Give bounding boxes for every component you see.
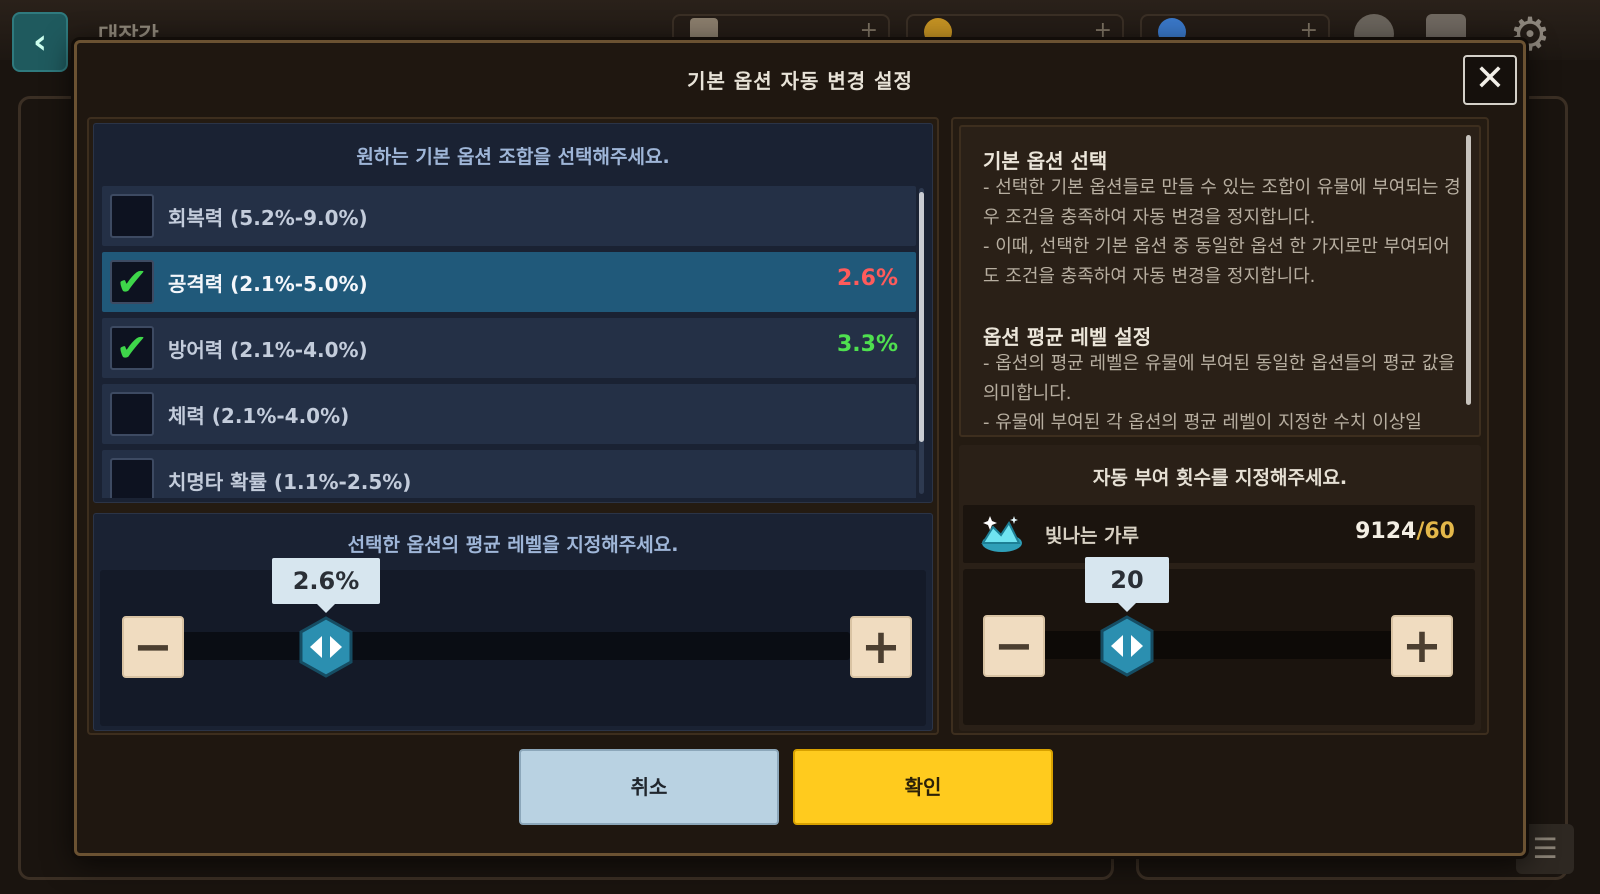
- level-slider-handle[interactable]: [298, 616, 354, 678]
- auto-count-box: 자동 부여 횟수를 지정해주세요. 빛나는 가루 9124/60 − + 20: [959, 445, 1481, 731]
- level-value-tooltip: 2.6%: [272, 558, 380, 613]
- auto-count-header: 자동 부여 횟수를 지정해주세요.: [1092, 467, 1348, 489]
- info-section-text: - 선택한 기본 옵션들로 만들 수 있는 조합이 유물에 부여되는 경우 조건…: [983, 177, 1461, 287]
- material-owned: 9124: [1355, 519, 1417, 544]
- option-checkbox[interactable]: ✔: [110, 260, 154, 304]
- count-slider-handle[interactable]: [1099, 615, 1155, 677]
- material-row: 빛나는 가루 9124/60: [963, 505, 1475, 563]
- count-value-tooltip: 20: [1085, 557, 1169, 612]
- options-panel: 원하는 기본 옵션 조합을 선택해주세요. 회복력 (5.2%-9.0%) ✔ …: [87, 117, 939, 735]
- material-name: 빛나는 가루: [1045, 525, 1140, 547]
- option-select-header: 원하는 기본 옵션 조합을 선택해주세요.: [356, 146, 670, 168]
- average-level-box: 선택한 옵션의 평균 레벨을 지정해주세요. − + 2.6%: [93, 513, 933, 731]
- option-checkbox[interactable]: ✔: [110, 326, 154, 370]
- info-description-box[interactable]: 기본 옵션 선택 - 선택한 기본 옵션들로 만들 수 있는 조합이 유물에 부…: [959, 125, 1481, 437]
- checkmark-icon: ✔: [116, 260, 148, 304]
- count-slider-track[interactable]: [1043, 631, 1403, 659]
- info-and-count-panel: 기본 옵션 선택 - 선택한 기본 옵션들로 만들 수 있는 조합이 유물에 부…: [951, 117, 1489, 735]
- option-row-recovery[interactable]: 회복력 (5.2%-9.0%): [102, 186, 916, 246]
- option-current-value: 2.6%: [836, 266, 898, 291]
- option-list-scrollbar[interactable]: [919, 188, 924, 494]
- option-row-defense[interactable]: ✔ 방어력 (2.1%-4.0%) 3.3%: [102, 318, 916, 378]
- option-label: 치명타 확률 (1.1%-2.5%): [168, 470, 412, 494]
- option-label: 공격력 (2.1%-5.0%): [168, 272, 368, 296]
- close-button[interactable]: ✕: [1463, 55, 1517, 105]
- option-label: 방어력 (2.1%-4.0%): [168, 338, 368, 362]
- close-icon: ✕: [1474, 58, 1506, 99]
- option-row-attack[interactable]: ✔ 공격력 (2.1%-5.0%) 2.6%: [102, 252, 916, 312]
- plus-icon: +: [860, 619, 902, 675]
- checkmark-icon: ✔: [116, 326, 148, 370]
- option-label: 체력 (2.1%-4.0%): [168, 404, 350, 428]
- count-decrease-button[interactable]: −: [983, 615, 1045, 677]
- option-row-health[interactable]: 체력 (2.1%-4.0%): [102, 384, 916, 444]
- average-level-header: 선택한 옵션의 평균 레벨을 지정해주세요.: [347, 534, 679, 556]
- material-count: 9124/60: [1355, 519, 1455, 544]
- level-increase-button[interactable]: +: [850, 616, 912, 678]
- option-select-box: 원하는 기본 옵션 조합을 선택해주세요. 회복력 (5.2%-9.0%) ✔ …: [93, 123, 933, 503]
- count-slider-area: − + 20: [963, 557, 1475, 725]
- material-required: /60: [1416, 519, 1455, 544]
- option-list[interactable]: 회복력 (5.2%-9.0%) ✔ 공격력 (2.1%-5.0%) 2.6% ✔…: [102, 186, 916, 498]
- back-icon: ‹: [32, 22, 47, 62]
- count-increase-button[interactable]: +: [1391, 615, 1453, 677]
- confirm-button[interactable]: 확인: [793, 749, 1053, 825]
- option-checkbox[interactable]: [110, 392, 154, 436]
- auto-change-settings-dialog: 기본 옵션 자동 변경 설정 ✕ 원하는 기본 옵션 조합을 선택해주세요. 회…: [74, 40, 1526, 856]
- option-checkbox[interactable]: [110, 194, 154, 238]
- info-section-title: 옵션 평균 레벨 설정: [983, 325, 1152, 349]
- option-current-value: 3.3%: [836, 332, 898, 357]
- back-button[interactable]: ‹: [12, 12, 68, 72]
- option-row-crit-rate[interactable]: 치명타 확률 (1.1%-2.5%): [102, 450, 916, 498]
- info-scrollbar[interactable]: [1466, 135, 1471, 405]
- info-section-title: 기본 옵션 선택: [983, 149, 1108, 173]
- shining-powder-icon: [981, 516, 1022, 552]
- minus-icon: −: [993, 618, 1035, 674]
- dialog-title: 기본 옵션 자동 변경 설정: [687, 69, 913, 93]
- option-checkbox[interactable]: [110, 458, 154, 498]
- cancel-button[interactable]: 취소: [519, 749, 779, 825]
- average-level-slider-area: − + 2.6%: [100, 558, 926, 726]
- level-slider-track[interactable]: [180, 632, 850, 660]
- plus-icon: +: [1401, 618, 1443, 674]
- scrollbar-thumb[interactable]: [919, 192, 924, 442]
- info-section-text: - 옵션의 평균 레벨은 유물에 부여된 동일한 옵션들의 평균 값을 의미합니…: [983, 353, 1455, 433]
- level-decrease-button[interactable]: −: [122, 616, 184, 678]
- minus-icon: −: [132, 619, 174, 675]
- option-label: 회복력 (5.2%-9.0%): [168, 206, 368, 230]
